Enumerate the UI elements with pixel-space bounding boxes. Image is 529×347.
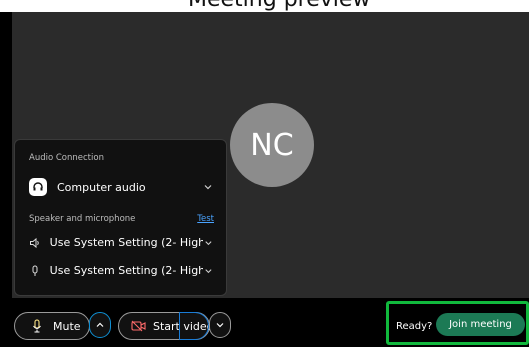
test-link[interactable]: Test	[197, 214, 214, 224]
audio-connection-label: Computer audio	[57, 180, 146, 194]
headset-icon	[29, 178, 47, 196]
audio-connection-panel: Audio Connection Computer audio Speaker …	[14, 139, 227, 296]
ready-text: Ready?	[396, 321, 433, 332]
join-highlight: Ready? Join meeting	[386, 301, 529, 345]
avatar: NC	[230, 103, 314, 187]
microphone-icon	[31, 319, 43, 333]
video-options-button[interactable]	[209, 312, 231, 338]
chevron-down-icon	[216, 323, 224, 328]
microphone-icon	[29, 265, 42, 277]
chevron-down-icon	[205, 240, 212, 245]
mute-label: Mute	[53, 319, 81, 333]
speaker-label: Use System Setting (2- High ...	[49, 236, 204, 249]
start-video-button[interactable]: Start video	[118, 312, 213, 340]
audio-options-button[interactable]	[89, 312, 111, 338]
window-title-strip: Meeting preview	[0, 0, 529, 12]
speaker-microphone-heading: Speaker and microphone	[29, 214, 136, 224]
microphone-dropdown[interactable]: Use System Setting (2- High ...	[29, 264, 214, 277]
audio-connection-dropdown[interactable]: Computer audio	[29, 178, 214, 196]
video-off-icon	[131, 320, 146, 332]
chevron-down-icon	[205, 268, 212, 273]
join-meeting-button[interactable]: Join meeting	[436, 313, 525, 336]
window-title: Meeting preview	[188, 0, 370, 12]
chevron-up-icon	[96, 322, 104, 327]
chevron-down-icon	[204, 185, 212, 190]
speaker-dropdown[interactable]: Use System Setting (2- High ...	[29, 236, 214, 249]
microphone-label: Use System Setting (2- High ...	[49, 264, 204, 277]
focus-ring	[179, 312, 209, 340]
speaker-icon	[29, 237, 42, 249]
audio-connection-heading: Audio Connection	[29, 153, 104, 163]
mute-button[interactable]: Mute	[14, 312, 90, 340]
